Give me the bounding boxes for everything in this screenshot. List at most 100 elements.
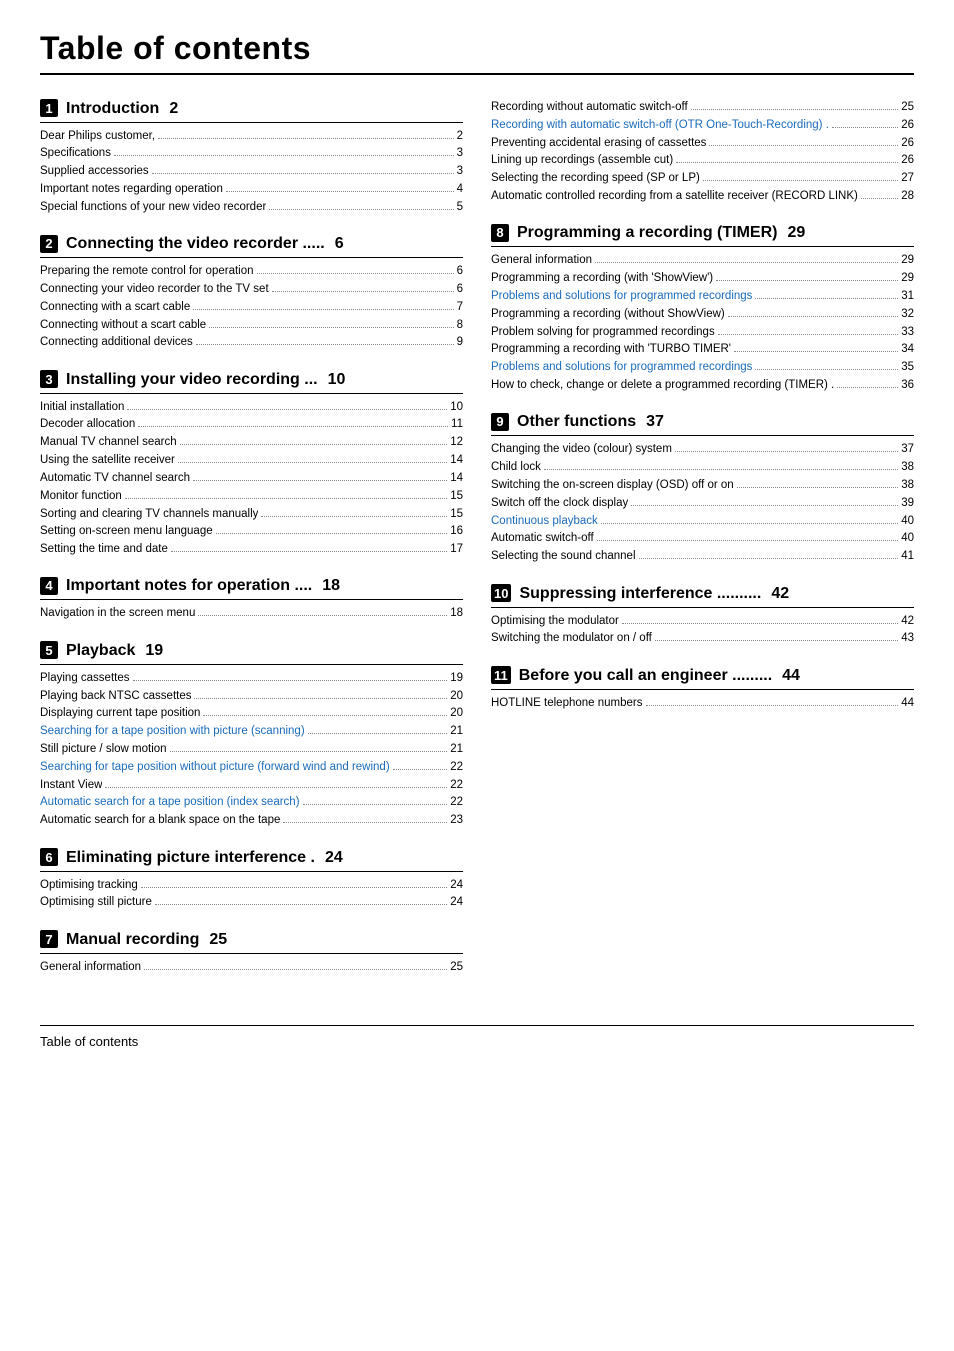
toc-entry: Recording without automatic switch-off25 [491,99,914,117]
section-number: 10 [491,584,511,602]
entry-text: Child lock [491,459,541,477]
section-title: Important notes for operation .... [66,577,312,595]
section-rule [491,607,914,608]
entry-text: Changing the video (colour) system [491,441,672,459]
entry-dots [728,316,898,317]
entry-dots [303,804,448,805]
toc-entry: Setting on-screen menu language16 [40,523,463,541]
entry-text: Searching for tape position without pict… [40,759,390,777]
section-header: 2Connecting the video recorder .....6 [40,235,463,254]
entry-page: 14 [450,452,463,470]
entry-text: Optimising the modulator [491,613,619,631]
toc-section: 6Eliminating picture interference .24Opt… [40,848,463,912]
page-title: Table of contents [40,30,914,67]
toc-entry: Connecting without a scart cable8 [40,317,463,335]
entry-text: Lining up recordings (assemble cut) [491,152,673,170]
entry-text: Connecting additional devices [40,334,193,352]
entry-text: Optimising still picture [40,894,152,912]
section-rule [40,122,463,123]
entry-text: Still picture / slow motion [40,741,167,759]
content-columns: 1Introduction2Dear Philips customer,2Spe… [40,99,914,995]
toc-entry: Problem solving for programmed recording… [491,324,914,342]
entry-page: 40 [901,513,914,531]
entry-page: 22 [450,794,463,812]
entry-page: 7 [457,299,463,317]
entry-dots [393,769,448,770]
entry-page: 21 [450,723,463,741]
toc-entry: Programming a recording (with 'ShowView'… [491,270,914,288]
entry-dots [155,904,447,905]
section-title: Manual recording [66,931,199,949]
toc-entry: Specifications3 [40,145,463,163]
entry-dots [127,409,447,410]
entry-page: 41 [901,548,914,566]
section-page-number: 10 [328,371,346,389]
entry-dots [272,291,454,292]
toc-entry: Selecting the sound channel41 [491,548,914,566]
entry-dots [737,487,899,488]
entry-text: How to check, change or delete a program… [491,377,834,395]
entry-dots [646,705,899,706]
entry-dots [171,551,447,552]
entry-dots [691,109,899,110]
entry-text: Manual TV channel search [40,434,177,452]
entry-text: General information [491,252,592,270]
entry-dots [718,334,898,335]
section-header: 9Other functions37 [491,413,914,432]
entry-page: 20 [450,705,463,723]
entry-text: Special functions of your new video reco… [40,199,266,217]
entry-dots [655,640,898,641]
section-title: Introduction [66,100,159,118]
entry-dots [755,369,898,370]
toc-entry: Programming a recording with 'TURBO TIME… [491,341,914,359]
toc-entry: Selecting the recording speed (SP or LP)… [491,170,914,188]
entry-text: Supplied accessories [40,163,149,181]
toc-entry: Automatic controlled recording from a sa… [491,188,914,206]
entry-dots [114,155,454,156]
toc-entry: Displaying current tape position 20 [40,705,463,723]
entry-dots [734,351,898,352]
entry-page: 28 [901,188,914,206]
entry-dots [597,540,899,541]
section-number: 4 [40,577,58,595]
toc-entry: Setting the time and date17 [40,541,463,559]
toc-section: 7Manual recording25General information25 [40,930,463,976]
entry-text: Recording with automatic switch-off (OTR… [491,117,829,135]
toc-entry: Automatic search for a blank space on th… [40,812,463,830]
entry-dots [703,180,898,181]
entry-dots [257,273,454,274]
section-rule [40,257,463,258]
entry-dots [125,498,447,499]
entry-text: Setting on-screen menu language [40,523,213,541]
toc-entry: Lining up recordings (assemble cut)26 [491,152,914,170]
entry-text: Displaying current tape position [40,705,200,723]
section-rule [491,689,914,690]
toc-entry: Initial installation10 [40,399,463,417]
entry-page: 42 [901,613,914,631]
entry-page: 32 [901,306,914,324]
entry-dots [308,733,448,734]
entry-dots [170,751,448,752]
entry-page: 9 [457,334,463,352]
entry-text: Switch off the clock display [491,495,628,513]
entry-text: Important notes regarding operation [40,181,223,199]
entry-page: 27 [901,170,914,188]
right-column: Recording without automatic switch-off25… [491,99,914,995]
entry-text: Connecting with a scart cable [40,299,190,317]
toc-entry: Switching the on-screen display (OSD) of… [491,477,914,495]
toc-entry: Connecting your video recorder to the TV… [40,281,463,299]
entry-dots [198,615,447,616]
entry-page: 23 [450,812,463,830]
entry-page: 21 [450,741,463,759]
toc-section: 11Before you call an engineer .........4… [491,666,914,712]
footer: Table of contents [40,1025,914,1049]
section-rule [491,435,914,436]
entry-page: 29 [901,270,914,288]
section-rule [40,393,463,394]
toc-section: 4Important notes for operation ....18Nav… [40,577,463,623]
entry-page: 43 [901,630,914,648]
toc-entry: Monitor function15 [40,488,463,506]
section-rule [491,246,914,247]
entry-dots [180,444,448,445]
toc-entry: Automatic search for a tape position (in… [40,794,463,812]
